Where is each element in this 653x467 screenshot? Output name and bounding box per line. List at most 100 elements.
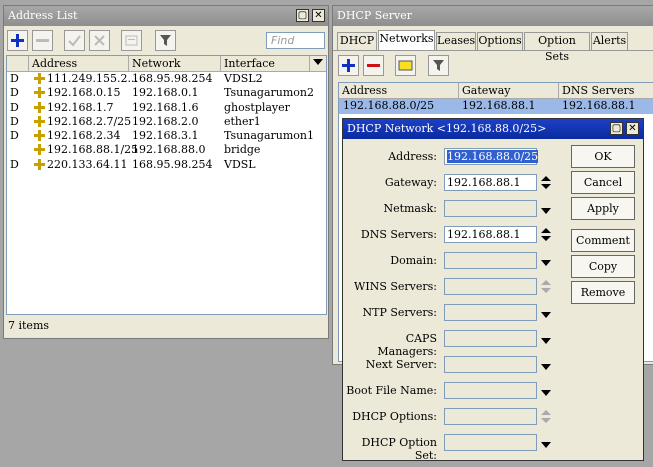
- dns-servers-label: DNS Servers:: [360, 228, 437, 241]
- plus-icon: [11, 34, 24, 47]
- table-row[interactable]: D 192.168.1.7 192.168.1.6 ghostplayer: [7, 101, 326, 115]
- column-header-address[interactable]: Address: [339, 83, 459, 98]
- address-list-titlebar[interactable]: Address List ▢ ✕: [4, 6, 328, 26]
- note-icon: [398, 60, 413, 71]
- dhcp-option-set-field[interactable]: [444, 434, 537, 451]
- spinner-icon[interactable]: [541, 175, 551, 190]
- dhcp-server-titlebar[interactable]: DHCP Server: [333, 6, 653, 26]
- status-bar: 7 items: [8, 319, 50, 332]
- column-header-interface[interactable]: Interface: [221, 56, 310, 71]
- plus-icon: [342, 59, 355, 72]
- column-menu-dropdown[interactable]: [310, 56, 326, 71]
- column-header-address[interactable]: Address: [29, 56, 129, 71]
- copy-button[interactable]: Copy: [571, 255, 635, 278]
- wins-servers-label: WINS Servers:: [354, 280, 437, 293]
- caps-managers-field[interactable]: [444, 330, 537, 347]
- network-address-cell: 192.168.88.0/25: [343, 99, 435, 112]
- minus-icon: [367, 64, 380, 67]
- filter-network-button[interactable]: [428, 55, 449, 76]
- network-cell: 192.168.0.1: [132, 86, 199, 100]
- flag-cell: D: [10, 86, 19, 100]
- cancel-button[interactable]: Cancel: [571, 171, 635, 194]
- domain-label: Domain:: [390, 254, 437, 267]
- column-header-gateway[interactable]: Gateway: [459, 83, 559, 98]
- close-icon[interactable]: ✕: [312, 9, 325, 22]
- find-input[interactable]: Find: [266, 32, 325, 49]
- column-header-dns-servers[interactable]: DNS Servers: [559, 83, 653, 98]
- flag-cell: D: [10, 129, 19, 143]
- next-server-field[interactable]: [444, 356, 537, 373]
- network-gateway-cell: 192.168.88.1: [462, 99, 536, 112]
- remove-button[interactable]: [32, 30, 53, 51]
- interface-cell: Tsunagarumon1: [224, 129, 314, 143]
- remove-network-button[interactable]: [363, 55, 384, 76]
- chevron-down-icon[interactable]: [541, 361, 551, 371]
- interface-cell: ghostplayer: [224, 100, 290, 114]
- comment-button[interactable]: [121, 30, 142, 51]
- table-row[interactable]: D 220.133.64.11 168.95.98.254 VDSL: [7, 158, 326, 172]
- table-row[interactable]: D 111.249.155.2... 168.95.98.254 VDSL2: [7, 72, 326, 86]
- x-icon: [94, 35, 105, 46]
- netmask-field[interactable]: [444, 200, 537, 217]
- network-dns-cell: 192.168.88.1: [562, 99, 636, 112]
- address-cell: 192.168.2.7/25: [47, 114, 132, 128]
- domain-field[interactable]: [444, 252, 537, 269]
- disable-button[interactable]: [89, 30, 110, 51]
- close-icon[interactable]: ✕: [626, 122, 639, 135]
- tab-leases[interactable]: Leases: [436, 32, 476, 50]
- chevron-down-icon[interactable]: [541, 335, 551, 345]
- flag-cell: D: [10, 157, 19, 171]
- remove-button[interactable]: Remove: [571, 281, 635, 304]
- flag-cell: D: [10, 100, 19, 114]
- address-list-title: Address List: [8, 9, 78, 22]
- flag-column-header[interactable]: [7, 56, 29, 71]
- comment-button[interactable]: Comment: [571, 229, 635, 252]
- chevron-down-icon[interactable]: [541, 387, 551, 397]
- filter-button[interactable]: [155, 30, 176, 51]
- address-cell: 220.133.64.11: [47, 157, 128, 171]
- tab-options[interactable]: Options: [477, 32, 523, 50]
- address-cell: 192.168.1.7: [47, 100, 114, 114]
- tab-networks[interactable]: Networks: [378, 30, 435, 50]
- tab-option-sets[interactable]: Option Sets: [524, 32, 590, 63]
- table-row[interactable]: D 192.168.2.34 192.168.3.1 Tsunagarumon1: [7, 129, 326, 143]
- apply-button[interactable]: Apply: [571, 197, 635, 220]
- table-row[interactable]: D 192.168.0.15 192.168.0.1 Tsunagarumon2: [7, 86, 326, 100]
- dhcp-network-title: DHCP Network <192.168.88.0/25>: [347, 122, 547, 135]
- column-header-network[interactable]: Network: [129, 56, 221, 71]
- maximize-icon[interactable]: ▢: [296, 9, 309, 22]
- maximize-icon[interactable]: ▢: [610, 122, 623, 135]
- chevron-down-icon[interactable]: [541, 439, 551, 449]
- dhcp-options-label: DHCP Options:: [352, 410, 437, 423]
- add-button[interactable]: [7, 30, 28, 51]
- chevron-down-icon[interactable]: [541, 309, 551, 319]
- spinner-icon[interactable]: [541, 227, 551, 242]
- ntp-servers-field[interactable]: [444, 304, 537, 321]
- address-field[interactable]: 192.168.88.0/25: [444, 148, 539, 165]
- dhcp-network-titlebar[interactable]: DHCP Network <192.168.88.0/25> ▢ ✕: [343, 119, 643, 139]
- address-icon: [34, 158, 45, 174]
- spinner-icon[interactable]: [541, 279, 551, 294]
- boot-file-name-field[interactable]: [444, 382, 537, 399]
- spinner-icon[interactable]: [541, 409, 551, 424]
- add-network-button[interactable]: [338, 55, 359, 76]
- table-row[interactable]: 192.168.88.0/25 192.168.88.1 192.168.88.…: [339, 99, 653, 114]
- tab-dhcp[interactable]: DHCP: [337, 32, 377, 50]
- address-label: Address:: [388, 150, 437, 163]
- dhcp-server-title: DHCP Server: [337, 9, 413, 22]
- gateway-field[interactable]: 192.168.88.1: [444, 174, 537, 191]
- dns-servers-field[interactable]: 192.168.88.1: [444, 226, 537, 243]
- tab-alerts[interactable]: Alerts: [591, 32, 628, 50]
- comment-network-button[interactable]: [395, 55, 416, 76]
- ok-button[interactable]: OK: [571, 145, 635, 168]
- wins-servers-field[interactable]: [444, 278, 537, 295]
- chevron-down-icon[interactable]: [541, 257, 551, 267]
- chevron-down-icon[interactable]: [541, 205, 551, 215]
- table-row[interactable]: 192.168.88.1/25 192.168.88.0 bridge: [7, 143, 326, 157]
- netmask-label: Netmask:: [383, 202, 437, 215]
- table-row[interactable]: D 192.168.2.7/25 192.168.2.0 ether1: [7, 115, 326, 129]
- enable-button[interactable]: [64, 30, 85, 51]
- next-server-label: Next Server:: [365, 358, 437, 371]
- dhcp-options-field[interactable]: [444, 408, 537, 425]
- address-rows: D 111.249.155.2... 168.95.98.254 VDSL2 D 192.…: [7, 72, 326, 172]
